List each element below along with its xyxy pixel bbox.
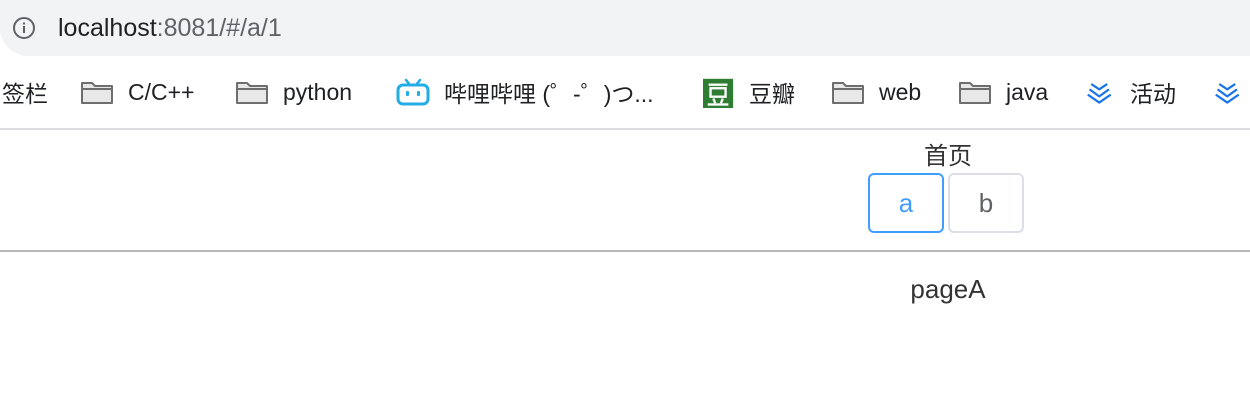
bookmark-douban[interactable]: 豆瓣	[703, 76, 795, 108]
bookmark-label: 活动	[1130, 81, 1176, 107]
bookmark-label: C/C++	[128, 78, 195, 105]
bookmark-activity[interactable]: 活动	[1086, 76, 1176, 108]
tab-a-button[interactable]: a	[868, 173, 944, 233]
bookmark-python[interactable]: python	[235, 76, 352, 108]
url-host: localhost	[58, 14, 157, 42]
bookmark-label: java	[1006, 78, 1049, 105]
app-header: 首页 a b	[0, 130, 1250, 252]
bookmark-java[interactable]: java	[958, 76, 1048, 108]
url-text[interactable]: localhost:8081/#/a/1	[58, 12, 282, 44]
bookmark-bilibili[interactable]: 哔哩哔哩 (゜-゜)つ...	[396, 76, 654, 108]
bookmark-label: 签栏	[2, 81, 48, 107]
tab-b-button[interactable]: b	[948, 173, 1024, 233]
chevron-stack-icon	[1215, 83, 1240, 104]
page-content: pageA	[910, 274, 986, 304]
bookmark-label: web	[879, 78, 922, 105]
bookmark-label: 哔哩哔哩 (゜-゜)つ...	[444, 81, 654, 107]
page-title: 首页	[924, 143, 972, 170]
bilibili-icon	[396, 78, 430, 106]
bookmarks-bar: 签栏 C/C++ python 哔哩哔哩 (゜-゜)つ... 豆瓣 web ja…	[0, 56, 1250, 130]
folder-icon	[236, 82, 268, 104]
folder-icon	[81, 82, 113, 104]
folder-icon	[832, 82, 864, 104]
bookmark-bar-label[interactable]: 签栏	[2, 76, 48, 108]
bookmark-web[interactable]: web	[831, 76, 921, 108]
bookmark-overflow[interactable]	[1214, 76, 1250, 108]
douban-icon	[703, 78, 734, 108]
chevron-stack-icon	[1087, 83, 1112, 104]
folder-icon	[959, 82, 991, 104]
bookmark-label: 豆瓣	[749, 81, 795, 107]
info-icon[interactable]	[12, 16, 36, 40]
bookmark-c-cpp[interactable]: C/C++	[80, 76, 194, 108]
bookmark-label: python	[283, 78, 353, 105]
url-path: :8081/#/a/1	[156, 14, 282, 42]
address-bar[interactable]: localhost:8081/#/a/1	[0, 0, 1250, 56]
